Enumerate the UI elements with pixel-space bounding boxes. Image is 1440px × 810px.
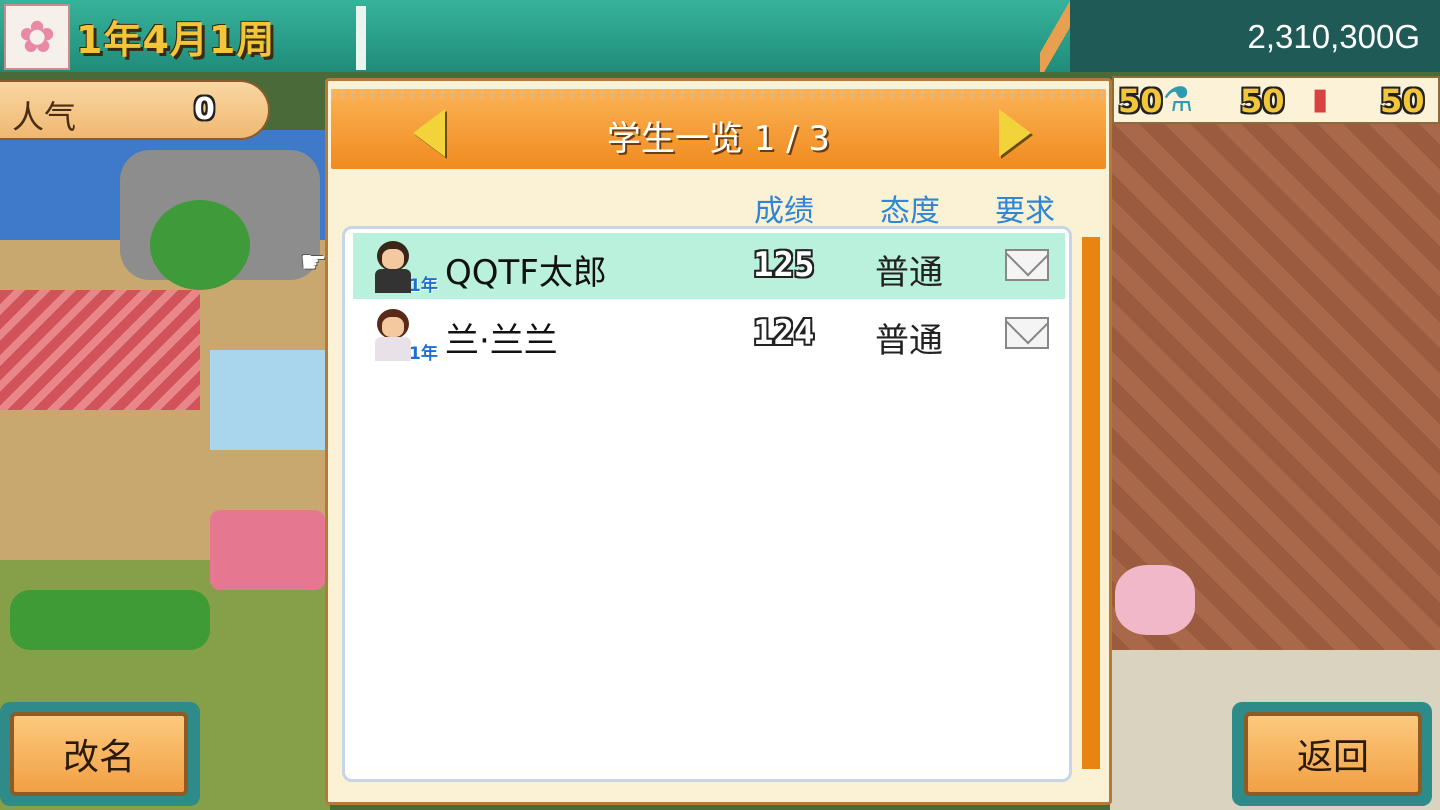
flower-bed: [210, 510, 325, 590]
mail-icon[interactable]: [1005, 249, 1049, 281]
dialog-title: 学生一览 1 / 3: [606, 119, 831, 159]
back-button[interactable]: 返回: [1244, 712, 1422, 796]
cherry-blossom-tree: [1115, 565, 1195, 635]
student-name: QQTF太郎: [445, 253, 607, 293]
date-display: 1年4月1周: [76, 6, 346, 66]
stat-gas-value: 50: [1380, 82, 1425, 120]
hedge-row: [10, 590, 210, 650]
pool-building: [210, 350, 330, 450]
column-header-grades[interactable]: 成绩: [754, 186, 814, 230]
grade-tag: 1年: [409, 344, 438, 364]
student-list-dialog: 学生一览 1 / 3 成绩 态度 要求 1年 QQTF太郎 125 普通 1年 …: [325, 78, 1112, 805]
pointing-hand-icon: ☛: [300, 245, 327, 280]
header-ruler-decoration: [331, 89, 1106, 99]
student-score: 124: [753, 313, 815, 353]
cherry-blossom-icon[interactable]: ✿: [4, 4, 70, 70]
popularity-meter[interactable]: 人气 0: [0, 80, 270, 140]
topbar-divider: [356, 6, 366, 70]
stat-first-value: 50: [1118, 82, 1163, 120]
student-score: 125: [753, 245, 815, 285]
stat-flask-value: 50: [1240, 82, 1285, 120]
money-amount: 2,310,300G: [1247, 18, 1420, 55]
mail-icon[interactable]: [1005, 317, 1049, 349]
flask-icon: ⚗: [1162, 80, 1194, 120]
rename-button[interactable]: 改名: [10, 712, 188, 796]
red-roof-building: [0, 290, 200, 410]
next-page-arrow-icon[interactable]: [999, 109, 1031, 157]
money-panel: 2,310,300G: [1070, 0, 1440, 72]
popularity-label: 人气: [12, 98, 77, 136]
bonsai-tree: [150, 200, 250, 290]
student-row[interactable]: 1年 QQTF太郎 125 普通: [353, 233, 1065, 299]
student-attitude: 普通: [875, 253, 943, 293]
student-row[interactable]: 1年 兰·兰兰 124 普通: [353, 301, 1065, 367]
list-scrollbar[interactable]: [1082, 237, 1100, 769]
resource-stats: 50 ⚗ 50 ▮ 50: [1112, 76, 1440, 124]
student-name: 兰·兰兰: [445, 321, 558, 361]
date-text: 1年4月1周: [76, 17, 276, 62]
student-list: 1年 QQTF太郎 125 普通 1年 兰·兰兰 124 普通: [342, 226, 1072, 782]
column-header-attitude[interactable]: 态度: [880, 186, 940, 230]
dialog-header: 学生一览 1 / 3: [331, 89, 1106, 169]
top-status-bar: ✿ 1年4月1周 2,310,300G: [0, 0, 1440, 72]
grade-tag: 1年: [409, 276, 438, 296]
column-header-request[interactable]: 要求: [995, 186, 1055, 230]
gas-can-icon: ▮: [1311, 82, 1329, 117]
student-attitude: 普通: [875, 321, 943, 361]
popularity-value: 0: [194, 92, 215, 127]
